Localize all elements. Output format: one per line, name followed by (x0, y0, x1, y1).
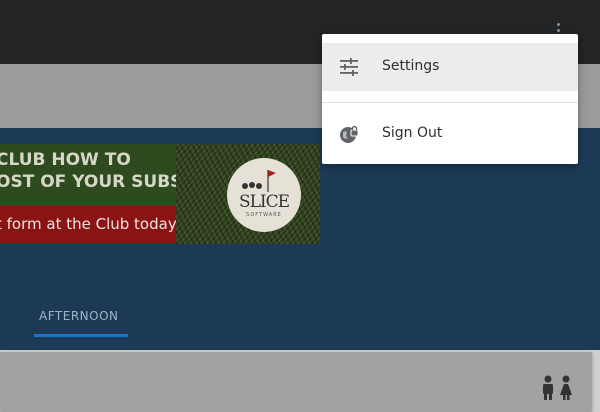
logo-subtext: SOFTWARE (246, 212, 282, 218)
banner-cta-strip: t form at the Club today (0, 206, 177, 244)
settings-sliders-icon (340, 58, 358, 76)
menu-item-label: Settings (382, 58, 440, 74)
sign-out-globe-lock-icon (340, 125, 359, 143)
menu-divider (322, 102, 578, 103)
logo-wordmark: SLICE (238, 192, 290, 212)
menu-item-settings[interactable]: Settings (322, 43, 578, 91)
promo-banner[interactable]: CLUB HOW TO OST OF YOUR SUBS t form at t… (0, 144, 320, 244)
golf-balls-icon (242, 182, 262, 189)
banner-headline-line2: OST OF YOUR SUBS (0, 172, 183, 192)
overflow-menu: Settings Sign Out (322, 34, 578, 164)
tab-indicator (34, 334, 128, 337)
players-icon[interactable] (540, 374, 576, 400)
slice-logo: SLICE SOFTWARE (227, 158, 301, 232)
tab-label: AFTERNOON (39, 309, 119, 323)
menu-item-label: Sign Out (382, 125, 443, 141)
tab-afternoon[interactable]: AFTERNOON (34, 300, 128, 338)
banner-headline-line1: CLUB HOW TO (0, 150, 131, 170)
banner-headline-area: CLUB HOW TO OST OF YOUR SUBS (0, 144, 182, 206)
content-card[interactable] (0, 352, 592, 412)
banner-cta-text: t form at the Club today (0, 215, 177, 233)
banner-grass-image: SLICE SOFTWARE (176, 144, 320, 244)
menu-item-sign-out[interactable]: Sign Out (322, 110, 578, 158)
